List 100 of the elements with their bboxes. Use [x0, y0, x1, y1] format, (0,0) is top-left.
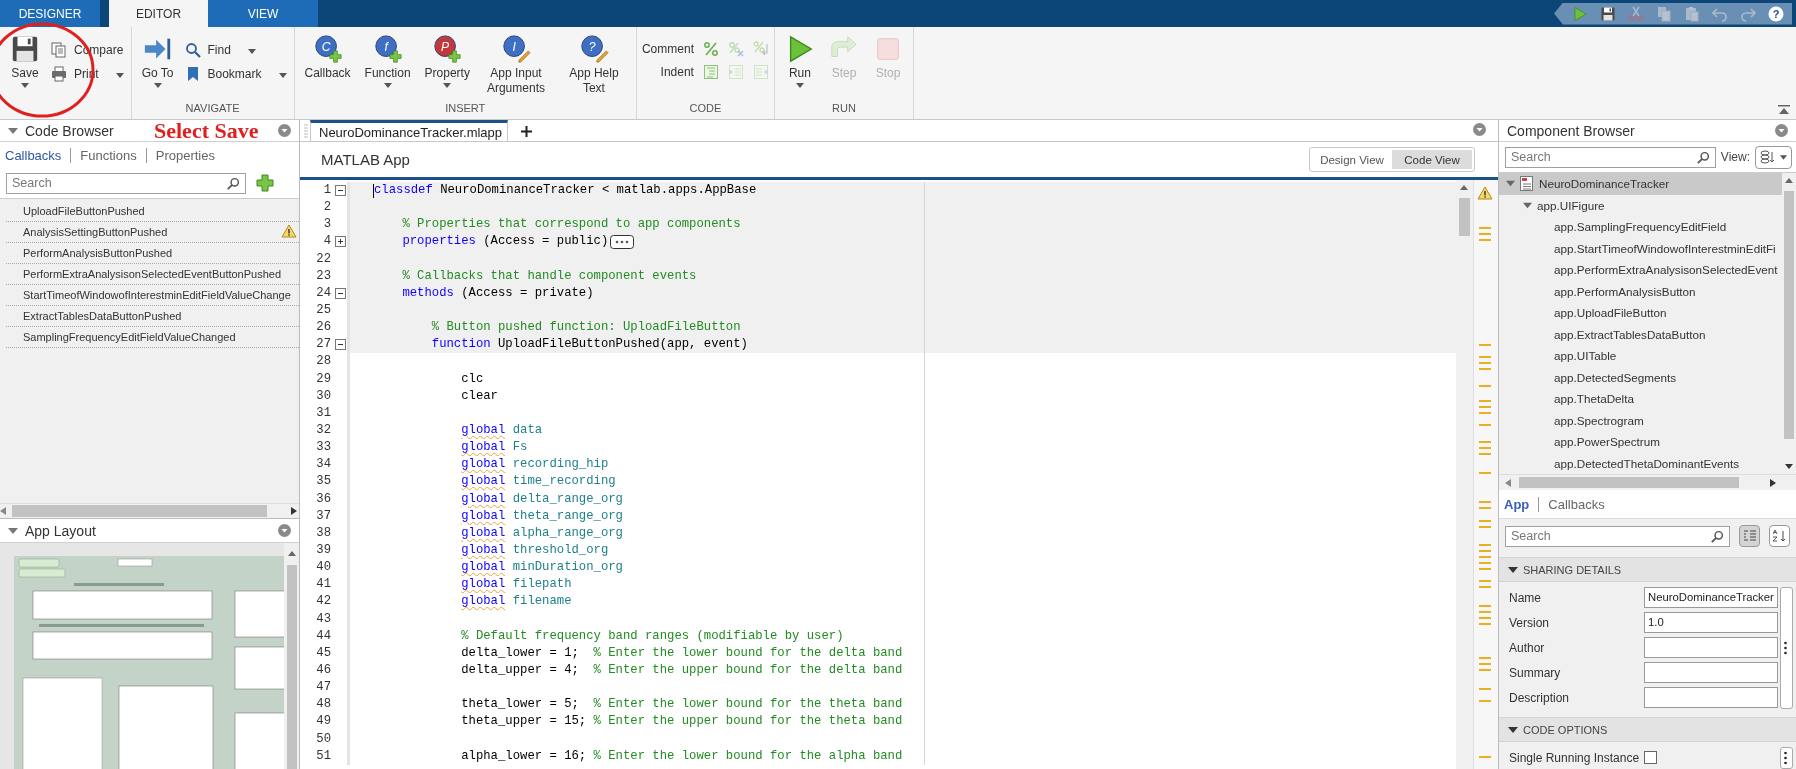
add-icon[interactable]	[256, 174, 274, 192]
tree-row[interactable]: app.DetectedSegments	[1499, 366, 1782, 388]
scroll-arrow-icon[interactable]	[1460, 185, 1468, 190]
checkbox[interactable]	[1644, 751, 1657, 764]
panel-tab[interactable]: Callbacks	[1539, 496, 1614, 512]
panel-tab[interactable]: App	[1504, 496, 1540, 512]
scroll-thumb[interactable]	[12, 505, 267, 517]
scroll-arrow-icon[interactable]	[291, 507, 297, 515]
tree-row[interactable]: app.UIFigure	[1499, 194, 1782, 216]
code-line: global alpha_range_org	[461, 524, 623, 542]
tree-row[interactable]: app.PerformAnalysisButton	[1499, 280, 1782, 302]
tree-row[interactable]: app.StartTimeofWindowofInterestminEditFi	[1499, 237, 1782, 259]
callback-item[interactable]: PerformExtraAnalysisonSelectedEventButtonPushed	[6, 264, 299, 285]
bookmark-button[interactable]: Bookmark	[182, 65, 289, 83]
view-dropdown[interactable]	[1755, 145, 1792, 169]
tree-row[interactable]: app.ExtractTablesDataButton	[1499, 323, 1782, 345]
save-icon[interactable]	[1600, 5, 1616, 22]
scroll-arrow-icon[interactable]	[1785, 178, 1793, 183]
menu-icon[interactable]	[1775, 124, 1788, 137]
expand-toggle[interactable]	[335, 236, 346, 248]
tree-row[interactable]: app.ThetaDelta	[1499, 388, 1782, 410]
collapse-toggle[interactable]	[335, 287, 346, 299]
collapse-arrow-icon[interactable]	[8, 525, 18, 536]
search-field[interactable]: Search	[6, 172, 246, 194]
function-button[interactable]: f Function	[359, 32, 416, 102]
app-title: MATLAB App	[321, 151, 410, 168]
ellipsis-icon[interactable]	[610, 235, 635, 249]
alphabetical-view-button[interactable]	[1769, 525, 1790, 547]
caret-icon	[795, 83, 804, 88]
collapse-toggle[interactable]	[335, 185, 346, 196]
list-view-icon	[1760, 150, 1776, 164]
app-help-button[interactable]: ? App Help Text	[556, 32, 631, 102]
callback-item[interactable]: AnalysisSettingButtonPushed	[6, 222, 299, 243]
panel-tab[interactable]: Callbacks	[5, 147, 72, 163]
field-label: Description	[1509, 690, 1571, 705]
tree-row[interactable]: app.SamplingFrequencyEditField	[1499, 216, 1782, 238]
search-field[interactable]: Search	[1505, 525, 1731, 547]
menu-icon[interactable]	[278, 524, 291, 537]
callback-item[interactable]: StartTimeofWindowofInterestminEditFieldValueChange	[6, 285, 299, 306]
callback-button[interactable]: C Callback	[299, 32, 356, 102]
view-toggle[interactable]: Code View	[1392, 150, 1472, 169]
tree-row[interactable]: app.PerformExtraAnalysisonSelectedEvent	[1499, 259, 1782, 281]
search-field[interactable]: Search	[1505, 146, 1716, 168]
resize-handle[interactable]	[1780, 587, 1793, 709]
search-icon	[1711, 529, 1725, 543]
add-tab-icon[interactable]	[521, 126, 532, 137]
file-tab[interactable]: NeuroDominanceTracker.mlapp	[310, 120, 508, 141]
tree-row[interactable]: app.Spectrogram	[1499, 409, 1782, 431]
panel-tab[interactable]: Functions	[71, 147, 147, 163]
scroll-thumb[interactable]	[287, 565, 297, 769]
grouped-view-button[interactable]	[1739, 525, 1761, 547]
scroll-thumb[interactable]	[1519, 477, 1739, 488]
help-icon[interactable]: ?	[1768, 5, 1784, 22]
ribbon-tab[interactable]: DESIGNER	[0, 0, 100, 27]
code-line: classdef NeuroDominanceTracker < matlab.apps.AppBase	[374, 182, 757, 199]
section-label: RUN	[831, 102, 857, 114]
scroll-arrow-icon[interactable]	[1785, 464, 1793, 469]
scroll-arrow-icon[interactable]	[288, 551, 296, 556]
view-label: View:	[1720, 150, 1750, 164]
panel-tab[interactable]: Properties	[146, 147, 224, 163]
section-header[interactable]: CODE OPTIONS	[1499, 717, 1796, 742]
app-input-button[interactable]: I App Input Arguments	[478, 32, 553, 102]
percent-icon[interactable]	[702, 41, 719, 57]
callback-item[interactable]: SamplingFrequencyEditFieldValueChanged	[6, 327, 299, 348]
menu-icon[interactable]	[1473, 122, 1486, 136]
indent-icon[interactable]	[702, 64, 719, 80]
collapse-arrow-icon[interactable]	[1508, 564, 1518, 575]
menu-icon[interactable]	[278, 124, 291, 137]
scroll-thumb[interactable]	[1784, 191, 1794, 439]
tree-row[interactable]: app.PowerSpectrum	[1499, 431, 1782, 453]
collapse-ribbon-icon[interactable]	[1778, 105, 1790, 115]
scroll-thumb[interactable]	[1459, 198, 1470, 236]
play-icon[interactable]	[1572, 5, 1588, 22]
tree-row[interactable]: app.DetectedThetaDominantEvents	[1499, 452, 1782, 474]
text-field[interactable]	[1644, 662, 1778, 683]
text-field[interactable]: NeuroDominanceTracker	[1644, 587, 1778, 608]
collapse-arrow-icon[interactable]	[1508, 724, 1518, 735]
tree-row[interactable]: NeuroDominanceTracker	[1499, 173, 1782, 195]
find-button[interactable]: Find	[182, 41, 289, 59]
collapse-arrow-icon[interactable]	[1523, 200, 1532, 210]
resize-handle[interactable]	[1780, 747, 1793, 769]
callback-item[interactable]: ExtractTablesDataButtonPushed	[6, 306, 299, 327]
run-button[interactable]: Run	[779, 32, 820, 102]
ribbon-tab[interactable]: EDITOR	[109, 0, 208, 27]
grip-icon[interactable]	[304, 124, 308, 138]
goto-button[interactable]: Go To	[136, 32, 179, 102]
section-header[interactable]: SHARING DETAILS	[1499, 557, 1796, 582]
tree-row[interactable]: app.UITable	[1499, 345, 1782, 367]
text-field[interactable]	[1644, 687, 1778, 708]
property-button[interactable]: P Property	[419, 32, 475, 102]
tree-row[interactable]: app.UploadFileButton	[1499, 302, 1782, 324]
ribbon-tab[interactable]: VIEW	[208, 0, 318, 27]
code-line: global minDuration_org	[461, 559, 623, 577]
collapse-arrow-icon[interactable]	[8, 125, 18, 136]
code-line: theta_lower = 5; % Enter the lower bound for the theta band	[461, 696, 903, 714]
collapse-toggle[interactable]	[335, 339, 346, 351]
callback-item[interactable]: UploadFileButtonPushed	[6, 201, 299, 222]
text-field[interactable]: 1.0	[1644, 612, 1778, 633]
callback-item[interactable]: PerformAnalysisButtonPushed	[6, 243, 299, 264]
text-field[interactable]	[1644, 637, 1778, 658]
